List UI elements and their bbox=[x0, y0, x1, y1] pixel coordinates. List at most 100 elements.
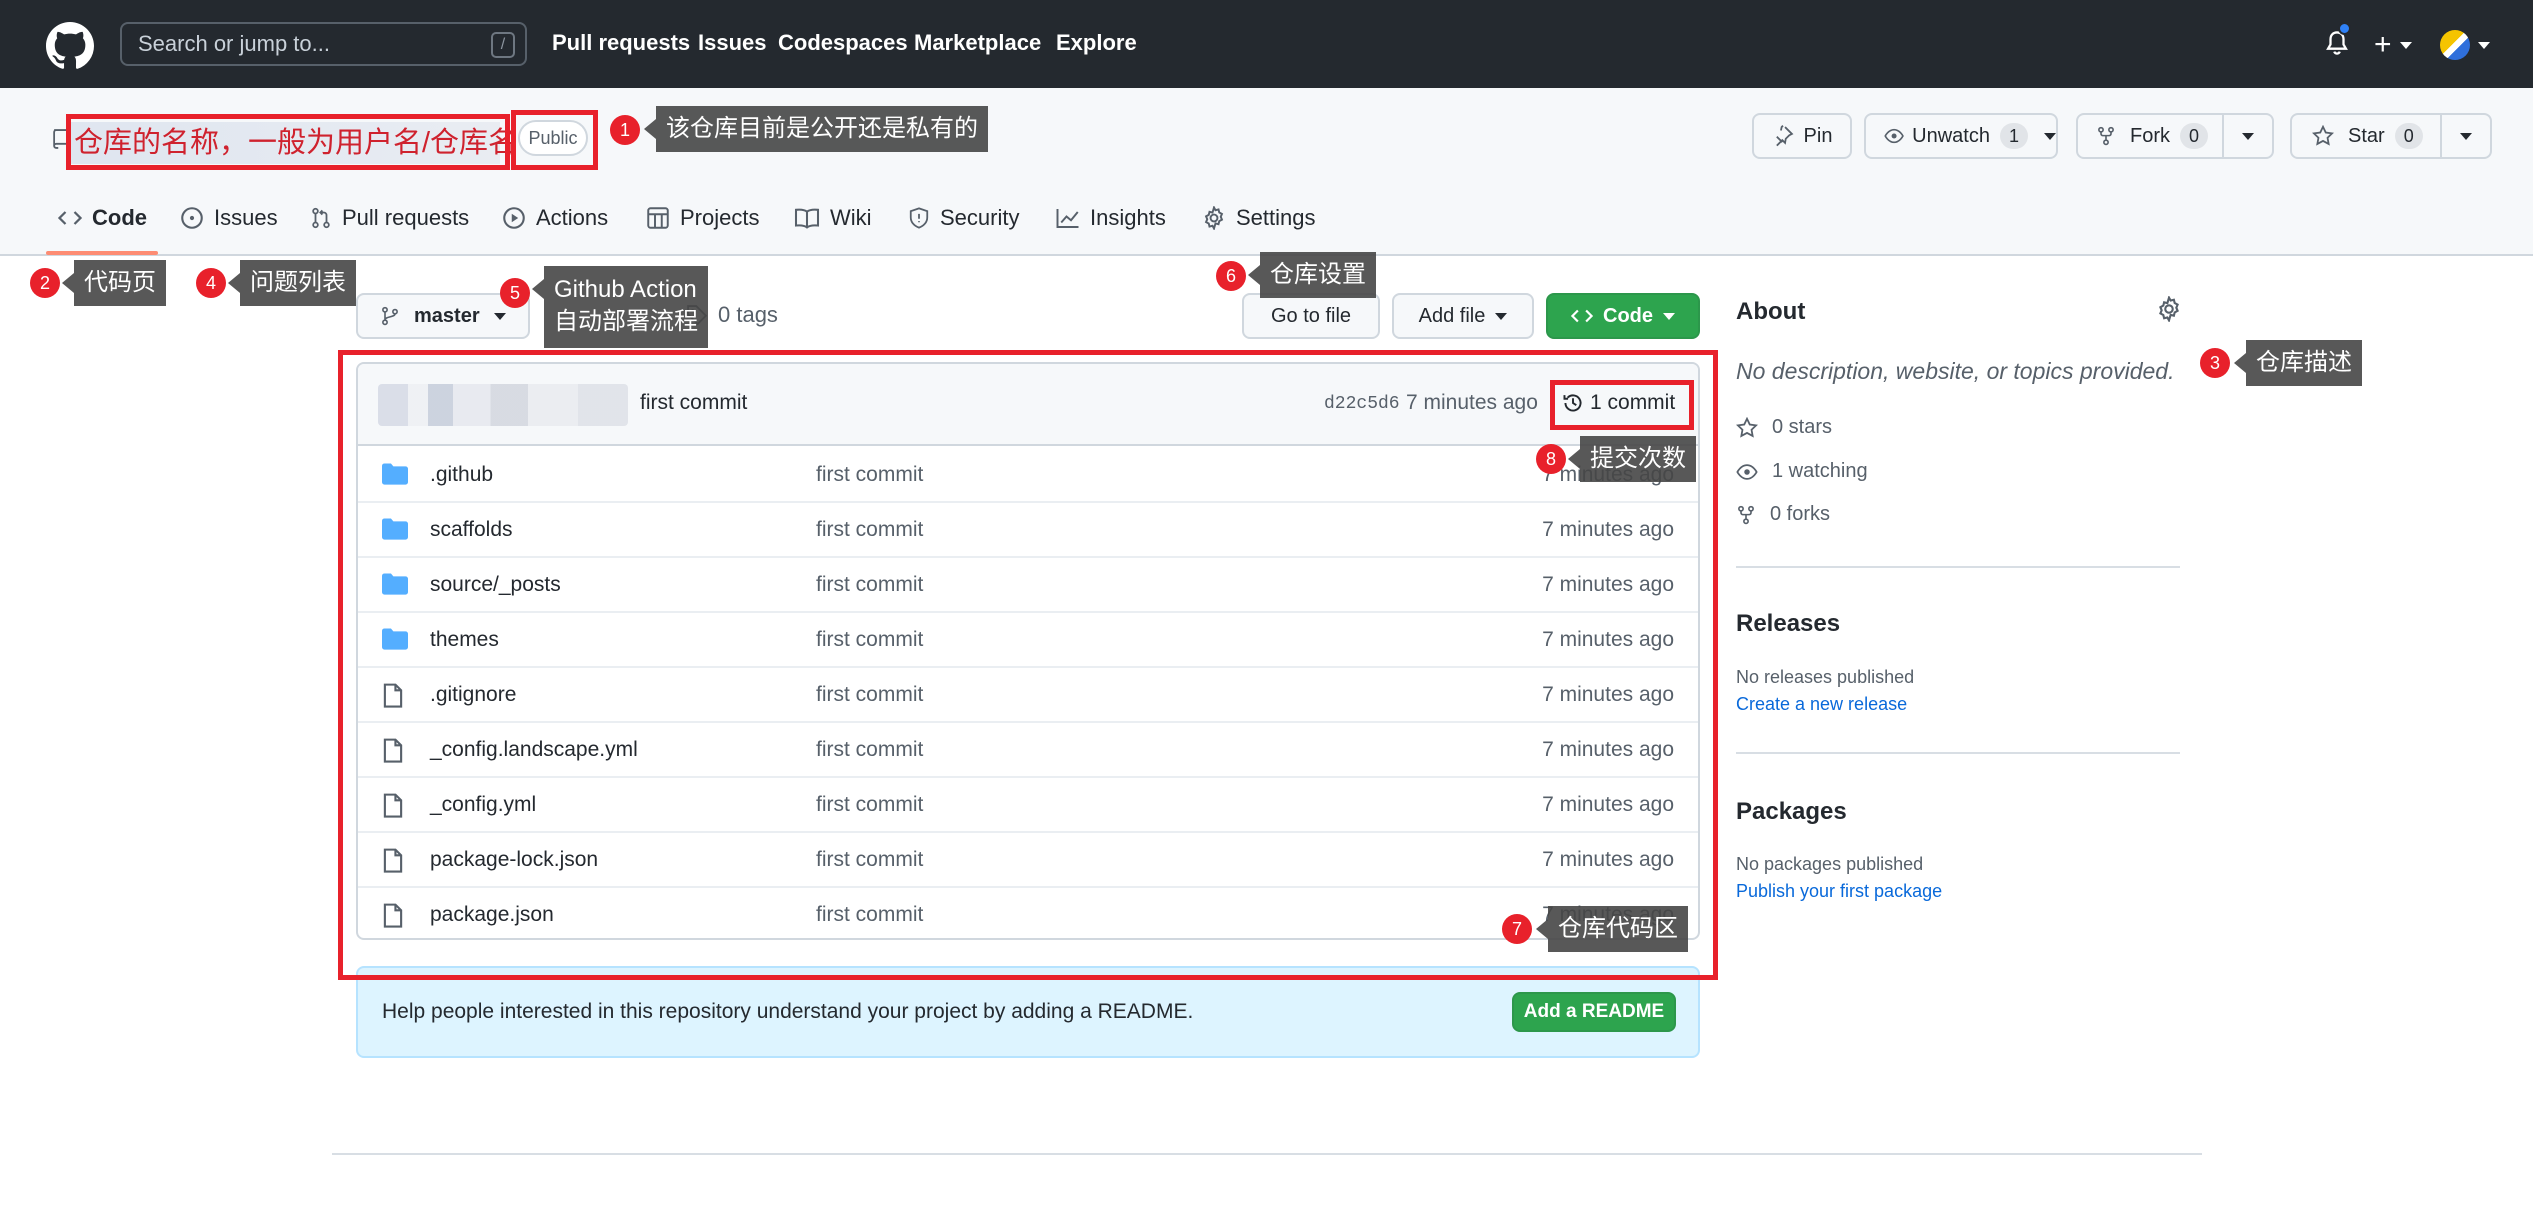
star-label: Star bbox=[2348, 124, 2385, 147]
unwatch-button[interactable]: Unwatch 1 bbox=[1864, 113, 2058, 159]
eye-icon bbox=[1884, 128, 1904, 144]
tab-settings-label: Settings bbox=[1236, 205, 1316, 230]
gear-icon bbox=[1204, 206, 1224, 230]
avatar bbox=[2440, 30, 2470, 60]
annotation-box-visibility bbox=[511, 110, 598, 170]
play-circle-icon bbox=[503, 207, 525, 229]
fork-button[interactable]: Fork 0 bbox=[2076, 113, 2224, 159]
branch-name: master bbox=[414, 304, 480, 327]
about-settings-gear-icon[interactable] bbox=[2156, 296, 2182, 322]
star-dropdown-button[interactable] bbox=[2440, 113, 2492, 159]
shield-icon bbox=[909, 207, 929, 229]
star-icon bbox=[2312, 125, 2334, 146]
annotation-label-4: 问题列表 bbox=[228, 260, 356, 306]
table-icon bbox=[647, 207, 669, 229]
add-readme-button[interactable]: Add a README bbox=[1512, 992, 1676, 1032]
packages-title[interactable]: Packages bbox=[1736, 798, 1847, 826]
fork-count: 0 bbox=[2180, 123, 2209, 149]
create-release-link[interactable]: Create a new release bbox=[1736, 694, 1907, 715]
pin-icon bbox=[1775, 125, 1793, 147]
tab-projects[interactable]: Projects bbox=[646, 205, 759, 231]
code-icon bbox=[58, 211, 82, 225]
annotation-box-repo-name bbox=[66, 114, 510, 170]
pin-label: Pin bbox=[1803, 124, 1833, 147]
notification-dot bbox=[2338, 22, 2351, 35]
forks-count: 0 forks bbox=[1770, 503, 1831, 525]
annotation-label-6: 仓库设置 bbox=[1248, 252, 1376, 298]
watching-count: 1 watching bbox=[1772, 460, 1868, 482]
unwatch-count: 1 bbox=[1999, 123, 2028, 149]
forks-link[interactable]: 0 forks bbox=[1736, 503, 1830, 526]
plus-icon: + bbox=[2374, 28, 2392, 61]
annotation-marker-3: 3 bbox=[2200, 348, 2230, 378]
readme-hint: Help people interested in this repositor… bbox=[382, 1000, 1194, 1023]
annotation-label-5-line1: Github Action bbox=[554, 276, 697, 303]
packages-none: No packages published bbox=[1736, 854, 1924, 874]
annotation-marker-2: 2 bbox=[30, 268, 60, 298]
tab-pull-requests-label: Pull requests bbox=[342, 205, 470, 230]
stars-link[interactable]: 0 stars bbox=[1736, 416, 1832, 439]
annotation-label-3: 仓库描述 bbox=[2234, 340, 2362, 386]
tab-wiki[interactable]: Wiki bbox=[794, 205, 872, 231]
sidebar-divider bbox=[1736, 752, 2180, 754]
branch-icon bbox=[382, 306, 398, 326]
chevron-down-icon bbox=[2478, 41, 2490, 49]
annotation-box-commit-count bbox=[1550, 380, 1694, 430]
footer-divider bbox=[332, 1153, 2202, 1155]
nav-pull-requests[interactable]: Pull requests bbox=[552, 30, 690, 56]
unwatch-label: Unwatch bbox=[1912, 124, 1990, 147]
pull-request-icon bbox=[312, 207, 330, 229]
global-header: / Pull requests Issues Codespaces Market… bbox=[0, 0, 2533, 88]
code-button[interactable]: Code bbox=[1546, 293, 1700, 339]
chevron-down-icon bbox=[1495, 312, 1508, 320]
chevron-down-icon bbox=[1663, 312, 1675, 320]
issue-icon bbox=[181, 207, 203, 229]
annotation-label-5-line2: 自动部署流程 bbox=[554, 308, 698, 335]
fork-label: Fork bbox=[2130, 124, 2170, 147]
tab-insights-label: Insights bbox=[1090, 205, 1166, 230]
graph-icon bbox=[1056, 209, 1079, 228]
tab-actions[interactable]: Actions bbox=[502, 205, 608, 231]
active-tab-underline bbox=[46, 251, 158, 255]
annotation-label-5: Github Action 自动部署流程 bbox=[532, 266, 708, 348]
tab-code[interactable]: Code bbox=[58, 205, 147, 231]
tab-security-label: Security bbox=[940, 205, 1020, 230]
create-new-menu[interactable]: + bbox=[2374, 28, 2412, 62]
chevron-down-icon bbox=[2044, 132, 2056, 140]
star-icon bbox=[1736, 416, 1758, 438]
tab-security[interactable]: Security bbox=[908, 205, 1019, 231]
nav-explore[interactable]: Explore bbox=[1056, 30, 1137, 56]
tab-pull-requests[interactable]: Pull requests bbox=[310, 205, 469, 231]
nav-marketplace[interactable]: Marketplace bbox=[914, 30, 1041, 56]
go-to-file-button[interactable]: Go to file bbox=[1242, 293, 1380, 339]
pin-button[interactable]: Pin bbox=[1752, 113, 1852, 159]
annotation-label-8: 提交次数 bbox=[1568, 436, 1696, 482]
book-icon bbox=[794, 208, 820, 229]
go-to-file-label: Go to file bbox=[1270, 304, 1352, 327]
tab-actions-label: Actions bbox=[536, 205, 609, 230]
releases-title[interactable]: Releases bbox=[1736, 610, 1840, 638]
annotation-marker-8: 8 bbox=[1536, 444, 1566, 474]
publish-package-link[interactable]: Publish your first package bbox=[1736, 881, 1942, 902]
search-box[interactable]: / bbox=[120, 22, 527, 66]
search-input[interactable] bbox=[138, 30, 478, 58]
code-label: Code bbox=[1603, 304, 1653, 327]
annotation-label-1: 该仓库目前是公开还是私有的 bbox=[644, 106, 988, 152]
annotation-label-2: 代码页 bbox=[62, 260, 166, 306]
tab-code-label: Code bbox=[92, 205, 147, 230]
sidebar-divider bbox=[1736, 566, 2180, 568]
chevron-down-icon bbox=[2399, 41, 2412, 49]
fork-dropdown-button[interactable] bbox=[2222, 113, 2274, 159]
tab-wiki-label: Wiki bbox=[830, 205, 872, 230]
nav-issues[interactable]: Issues bbox=[698, 30, 767, 56]
watching-link[interactable]: 1 watching bbox=[1736, 460, 1868, 483]
nav-codespaces[interactable]: Codespaces bbox=[778, 30, 908, 56]
user-menu[interactable] bbox=[2440, 30, 2490, 60]
add-file-label: Add file bbox=[1418, 304, 1486, 327]
tab-insights[interactable]: Insights bbox=[1056, 205, 1166, 231]
tab-settings[interactable]: Settings bbox=[1202, 205, 1316, 231]
star-button[interactable]: Star 0 bbox=[2290, 113, 2442, 159]
tab-issues[interactable]: Issues bbox=[180, 205, 278, 231]
github-logo-icon[interactable] bbox=[46, 22, 96, 69]
add-file-button[interactable]: Add file bbox=[1392, 293, 1534, 339]
